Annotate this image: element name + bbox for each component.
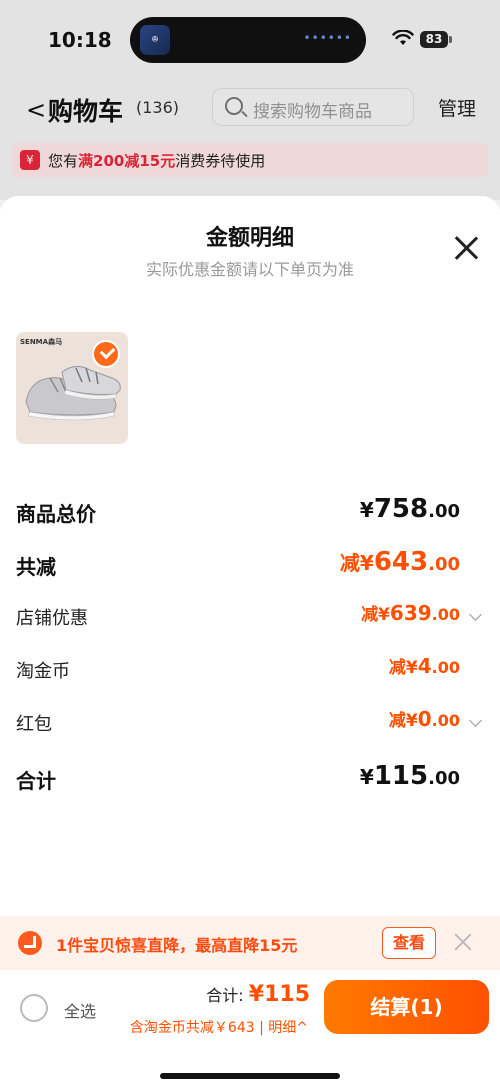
row-shop-discount[interactable]: 店铺优惠 减¥639.00 (16, 600, 484, 636)
view-promo-button[interactable]: 查看 (382, 927, 436, 959)
row-value: 减¥0.00 (388, 707, 460, 731)
total-amount: ¥115 (248, 982, 310, 1007)
total-label: 合计: (206, 986, 244, 1005)
selected-check-icon[interactable] (92, 340, 120, 368)
promo-text: 1件宝贝惊喜直降，最高直降15元 (56, 936, 298, 955)
overlay-scrim[interactable] (0, 0, 500, 210)
savings-detail-link[interactable]: 含淘金币共减￥643 | 明细^ (130, 1017, 308, 1037)
row-label: 淘金币 (16, 661, 70, 682)
brand-logo: SENMA森马 (20, 338, 63, 346)
row-value: ¥115.00 (359, 761, 460, 791)
row-value: 减¥639.00 (361, 601, 460, 625)
select-all-checkbox[interactable] (20, 994, 48, 1022)
total-line: 合计: ¥115 (206, 982, 310, 1007)
row-red-packet[interactable]: 红包 减¥0.00 (16, 706, 484, 742)
row-value: 减¥4.00 (388, 654, 460, 678)
row-total-discount: 共减 减¥643.00 (16, 547, 484, 583)
cart-page-background: 10:18 ꔮ •••••• 83 < 购物车 (136) 搜索购物车商品 管理… (0, 0, 500, 210)
select-all-label[interactable]: 全选 (64, 998, 96, 1022)
row-taojinbi: 淘金币 减¥4.00 (16, 653, 484, 689)
checkout-button[interactable]: 结算(1) (324, 980, 489, 1034)
row-label: 合计 (16, 769, 56, 793)
row-grand-total: 合计 ¥115.00 (16, 761, 484, 797)
close-icon[interactable] (454, 933, 472, 951)
product-thumbnail[interactable]: SENMA森马 (16, 332, 128, 444)
row-label: 共减 (16, 555, 56, 579)
checkout-bar: 全选 合计: ¥115 含淘金币共减￥643 | 明细^ 结算(1) (0, 970, 500, 1087)
row-goods-total: 商品总价 ¥758.00 (16, 494, 484, 530)
chevron-down-icon[interactable] (469, 608, 482, 621)
row-value: ¥758.00 (359, 494, 460, 524)
row-label: 商品总价 (16, 502, 96, 526)
close-icon[interactable] (452, 234, 480, 262)
row-value: 减¥643.00 (339, 547, 460, 577)
chevron-down-icon[interactable] (469, 714, 482, 727)
sheet-subtitle: 实际优惠金额请以下单页为准 (145, 260, 354, 279)
row-label: 红包 (16, 714, 52, 735)
sheet-title: 金额明细 (205, 226, 294, 251)
row-label: 店铺优惠 (16, 608, 88, 629)
price-drop-icon (18, 931, 42, 955)
price-drop-promo-bar: 1件宝贝惊喜直降，最高直降15元 查看 (0, 916, 500, 970)
home-indicator (160, 1073, 340, 1079)
